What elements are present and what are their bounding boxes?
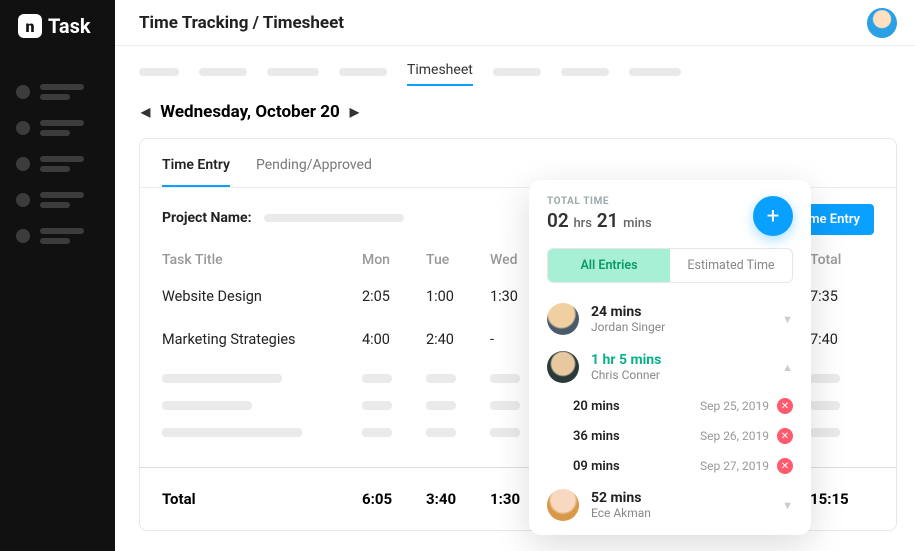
- current-date: Wednesday, October 20: [160, 102, 340, 122]
- entry-row[interactable]: 1 hr 5 mins Chris Conner ▲: [529, 343, 811, 391]
- cell[interactable]: 2:40: [426, 331, 490, 348]
- tab-time-entry[interactable]: Time Entry: [162, 149, 230, 187]
- delete-entry-button[interactable]: ✕: [777, 458, 793, 474]
- chevron-left-icon[interactable]: ◀: [141, 105, 150, 119]
- entry-duration: 24 mins: [591, 304, 665, 320]
- top-tab[interactable]: [493, 68, 541, 76]
- popover-total-time: 02 hrs 21 mins: [547, 209, 652, 232]
- user-avatar[interactable]: [867, 8, 897, 38]
- sub-entry: 36 mins Sep 26, 2019 ✕: [529, 421, 811, 451]
- cell-total: 7:35: [810, 288, 874, 305]
- task-title: Website Design: [162, 288, 362, 305]
- sub-date: Sep 26, 2019: [700, 429, 769, 443]
- segment-estimated-time[interactable]: Estimated Time: [670, 249, 792, 282]
- delete-entry-button[interactable]: ✕: [777, 398, 793, 414]
- sidebar: n Task: [0, 0, 115, 551]
- totals-label: Total: [162, 490, 362, 508]
- avatar-icon: [547, 489, 579, 521]
- entry-name: Jordan Singer: [591, 320, 665, 334]
- segment-control: All Entries Estimated Time: [547, 248, 793, 283]
- chevron-up-icon[interactable]: ▲: [782, 361, 793, 374]
- chevron-down-icon[interactable]: ▼: [782, 313, 793, 326]
- entry-duration: 1 hr 5 mins: [591, 352, 661, 368]
- cell[interactable]: 4:00: [362, 331, 426, 348]
- sidebar-item[interactable]: [16, 156, 99, 172]
- sidebar-item[interactable]: [16, 120, 99, 136]
- sub-date: Sep 25, 2019: [700, 399, 769, 413]
- delete-entry-button[interactable]: ✕: [777, 428, 793, 444]
- total-cell: 6:05: [362, 490, 426, 508]
- plus-icon: +: [767, 204, 779, 229]
- sidebar-item[interactable]: [16, 84, 99, 100]
- popover-title: TOTAL TIME: [547, 196, 652, 207]
- sub-duration: 20 mins: [573, 399, 620, 414]
- add-entry-button[interactable]: +: [753, 196, 793, 236]
- entry-name: Ece Akman: [591, 506, 651, 520]
- cell[interactable]: 1:00: [426, 288, 490, 305]
- top-tab[interactable]: [267, 68, 319, 76]
- sub-duration: 36 mins: [573, 429, 620, 444]
- col-task-title: Task Title: [162, 252, 362, 268]
- sub-entry: 09 mins Sep 27, 2019 ✕: [529, 451, 811, 481]
- logo-mark-icon: n: [18, 14, 42, 38]
- brand-text: Task: [48, 14, 91, 38]
- entry-name: Chris Conner: [591, 368, 661, 382]
- top-tab[interactable]: [561, 68, 609, 76]
- sidebar-nav: [0, 52, 115, 276]
- chevron-right-icon[interactable]: ▶: [350, 105, 359, 119]
- sidebar-item[interactable]: [16, 192, 99, 208]
- top-tab[interactable]: [339, 68, 387, 76]
- top-tab[interactable]: [629, 68, 681, 76]
- top-tabs: Timesheet: [115, 46, 915, 94]
- total-grand: 15:15: [810, 490, 874, 508]
- project-label: Project Name:: [162, 210, 252, 226]
- top-tab[interactable]: [139, 68, 179, 76]
- header: Time Tracking / Timesheet: [115, 0, 915, 46]
- total-cell: 3:40: [426, 490, 490, 508]
- date-navigator: ◀ Wednesday, October 20 ▶: [141, 102, 897, 122]
- col-tue: Tue: [426, 252, 490, 268]
- segment-all-entries[interactable]: All Entries: [548, 249, 670, 282]
- sub-entry: 20 mins Sep 25, 2019 ✕: [529, 391, 811, 421]
- breadcrumb: Time Tracking / Timesheet: [139, 13, 344, 33]
- sub-duration: 09 mins: [573, 459, 620, 474]
- sub-date: Sep 27, 2019: [700, 459, 769, 473]
- sidebar-item[interactable]: [16, 228, 99, 244]
- top-tab[interactable]: [199, 68, 247, 76]
- app-logo: n Task: [0, 0, 115, 52]
- cell[interactable]: 2:05: [362, 288, 426, 305]
- top-tab-timesheet[interactable]: Timesheet: [407, 62, 473, 86]
- entry-duration: 52 mins: [591, 490, 651, 506]
- avatar-icon: [547, 351, 579, 383]
- cell-total: 7:40: [810, 331, 874, 348]
- col-mon: Mon: [362, 252, 426, 268]
- tab-pending-approved[interactable]: Pending/Approved: [256, 149, 372, 187]
- entry-row[interactable]: 52 mins Ece Akman ▼: [529, 481, 811, 529]
- total-time-popover: TOTAL TIME 02 hrs 21 mins + All Entries …: [529, 180, 811, 535]
- col-total: Total: [810, 252, 874, 268]
- task-title: Marketing Strategies: [162, 331, 362, 348]
- chevron-down-icon[interactable]: ▼: [782, 499, 793, 512]
- avatar-icon: [547, 303, 579, 335]
- entry-row[interactable]: 24 mins Jordan Singer ▼: [529, 295, 811, 343]
